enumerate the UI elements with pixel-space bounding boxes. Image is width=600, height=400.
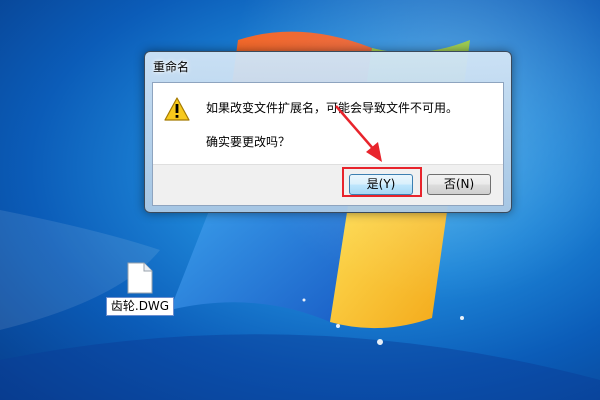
dialog-button-bar: 是(Y) 否(N) (153, 164, 503, 205)
no-button[interactable]: 否(N) (427, 174, 491, 195)
dialog-body: 如果改变文件扩展名，可能会导致文件不可用。 确实要更改吗？ 是(Y) 否(N) (152, 82, 504, 206)
file-name-label[interactable]: 齿轮.DWG (105, 297, 175, 316)
rename-dialog: 重命名 如果改变文件扩展名，可能会导致文件不可用。 确实要更改吗？ 是(Y) 否… (144, 51, 512, 213)
dialog-message: 如果改变文件扩展名，可能会导致文件不可用。 (206, 101, 459, 115)
dialog-question: 确实要更改吗？ (206, 135, 291, 149)
dwg-file-icon (127, 262, 153, 294)
desktop-file-item[interactable]: 齿轮.DWG (104, 262, 176, 316)
warning-icon (164, 97, 190, 121)
dialog-title: 重命名 (153, 60, 190, 74)
yes-button[interactable]: 是(Y) (349, 174, 413, 195)
